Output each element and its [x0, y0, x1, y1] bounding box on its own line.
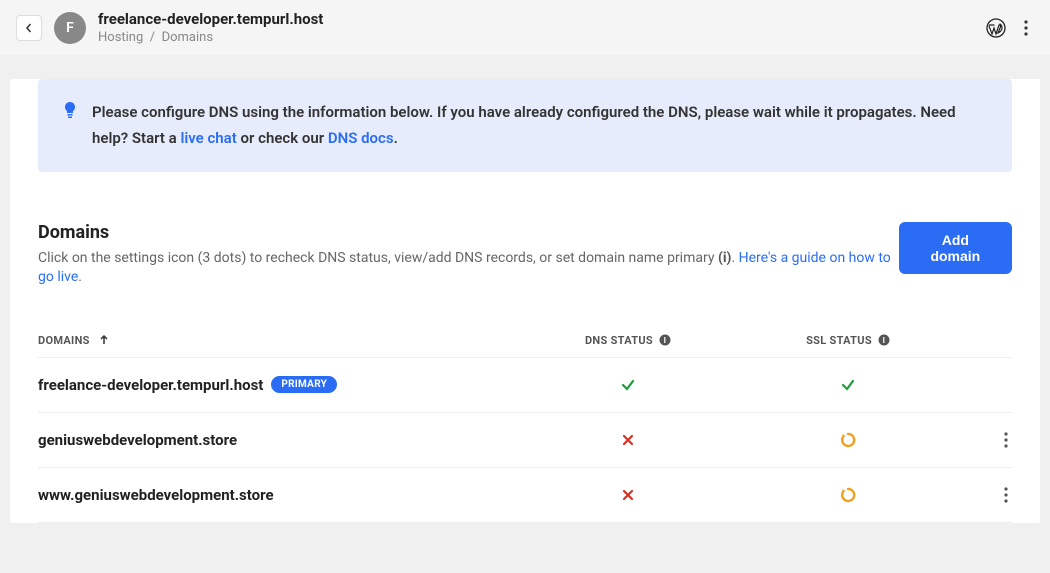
domain-name: geniuswebdevelopment.store [38, 431, 237, 449]
breadcrumb-separator: / [150, 30, 155, 45]
dns-status [518, 488, 738, 502]
breadcrumb-root[interactable]: Hosting [98, 30, 143, 45]
dns-status [518, 433, 738, 447]
ssl-status [738, 377, 958, 393]
primary-badge: PRIMARY [271, 376, 337, 393]
dns-docs-link[interactable]: DNS docs [328, 129, 394, 147]
svg-text:i: i [664, 336, 667, 345]
banner-text: Please configure DNS using the informati… [92, 99, 988, 152]
chevron-left-icon [24, 23, 34, 33]
row-actions [958, 431, 1012, 449]
col-header-domains[interactable]: DOMAINS [38, 334, 518, 347]
col-header-ssl: SSL STATUS i [738, 334, 958, 347]
table-row: www.geniuswebdevelopment.store [38, 468, 1012, 523]
dns-info-banner: Please configure DNS using the informati… [38, 79, 1012, 172]
domain-name: www.geniuswebdevelopment.store [38, 486, 274, 504]
domain-cell: freelance-developer.tempurl.host PRIMARY [38, 376, 518, 394]
banner-part3: . [394, 129, 398, 147]
header-title-block: freelance-developer.tempurl.host Hosting… [98, 10, 974, 45]
section-header: Domains Click on the settings icon (3 do… [38, 222, 1012, 288]
more-vert-icon[interactable] [1004, 486, 1008, 504]
banner-part2: or check our [237, 129, 328, 147]
wordpress-icon[interactable] [986, 18, 1006, 38]
info-icon[interactable]: i [659, 334, 671, 346]
sort-asc-icon [98, 334, 110, 346]
table-row: freelance-developer.tempurl.host PRIMARY [38, 358, 1012, 413]
more-vert-icon[interactable] [1018, 19, 1034, 37]
site-avatar: F [54, 12, 86, 44]
breadcrumb-current: Domains [162, 30, 213, 45]
table-header: DOMAINS DNS STATUS i SSL STATUS i [38, 316, 1012, 358]
domain-name: freelance-developer.tempurl.host [38, 376, 263, 394]
more-vert-icon[interactable] [1004, 431, 1008, 449]
domains-section: Domains Click on the settings icon (3 do… [10, 222, 1040, 523]
breadcrumb: Hosting / Domains [98, 30, 974, 45]
domain-cell: www.geniuswebdevelopment.store [38, 486, 518, 504]
section-subtitle: Click on the settings icon (3 dots) to r… [38, 249, 899, 288]
dns-status [518, 377, 738, 393]
app-header: F freelance-developer.tempurl.host Hosti… [0, 0, 1050, 55]
add-domain-button[interactable]: Add domain [899, 222, 1012, 274]
ssl-status [738, 487, 958, 503]
domains-table: DOMAINS DNS STATUS i SSL STATUS i freela… [38, 316, 1012, 523]
back-button[interactable] [16, 15, 42, 41]
live-chat-link[interactable]: live chat [180, 129, 236, 147]
site-title: freelance-developer.tempurl.host [98, 10, 974, 28]
lightbulb-icon [62, 101, 78, 123]
domain-cell: geniuswebdevelopment.store [38, 431, 518, 449]
col-header-dns: DNS STATUS i [518, 334, 738, 347]
row-actions [958, 486, 1012, 504]
header-actions [986, 18, 1034, 38]
section-title: Domains [38, 222, 899, 243]
table-row: geniuswebdevelopment.store [38, 413, 1012, 468]
svg-text:i: i [883, 336, 886, 345]
ssl-status [738, 432, 958, 448]
info-icon[interactable]: i [878, 334, 890, 346]
main-content: Please configure DNS using the informati… [10, 79, 1040, 523]
